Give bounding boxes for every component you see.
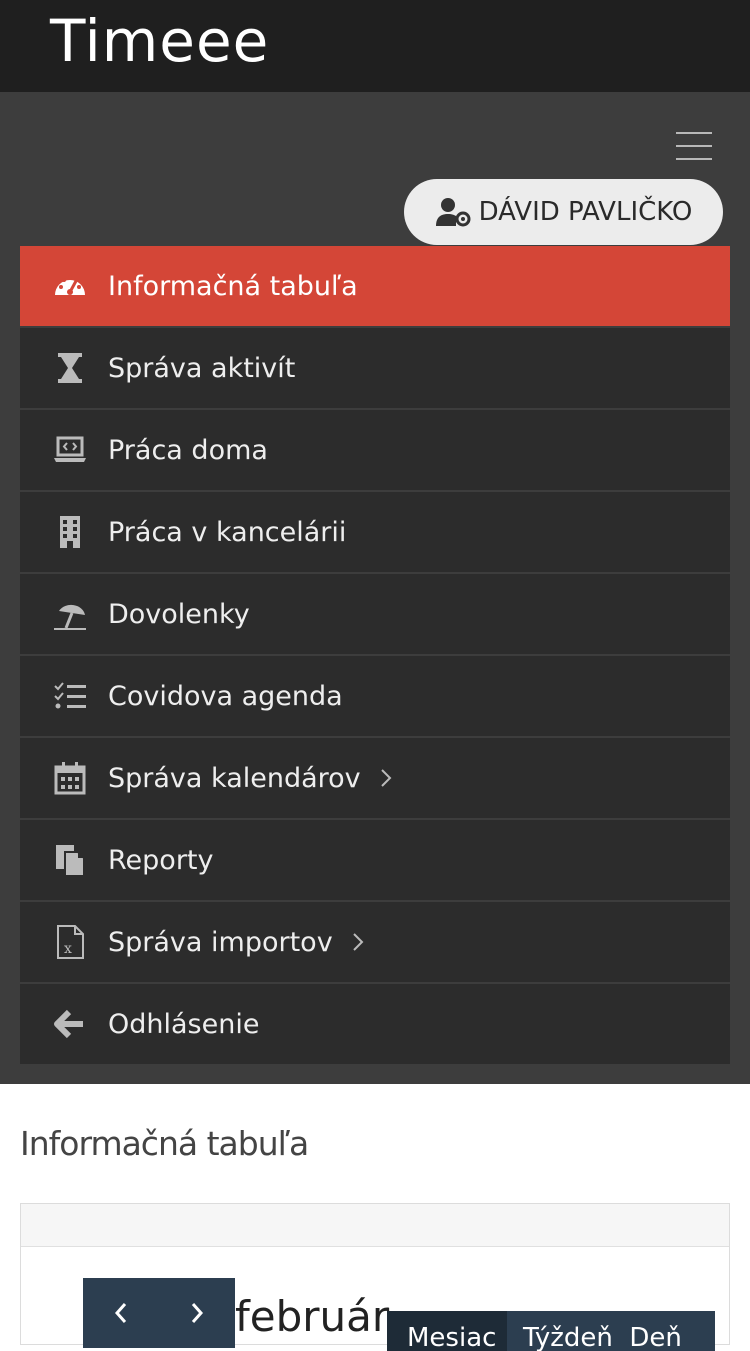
sidebar-item-label: Informačná tabuľa [108,270,358,302]
prev-month-button[interactable] [83,1278,159,1348]
next-month-button[interactable] [159,1278,235,1348]
view-month-button[interactable]: Mesiac [387,1311,507,1351]
chevron-right-icon [379,768,393,788]
chevron-right-icon [191,1303,204,1323]
sidebar-item-calendars[interactable]: Správa kalendárov [20,738,730,818]
sidebar-item-label: Práca doma [108,434,268,466]
hourglass-icon [52,350,88,386]
sidebar-item-label: Reporty [108,844,214,876]
sidebar-item-label: Odhlásenie [108,1008,260,1040]
svg-text:x: x [64,941,72,957]
chevron-right-icon [351,932,365,952]
checklist-icon [52,678,88,714]
app-logo[interactable]: Timeee [50,12,269,70]
beach-umbrella-icon [52,596,88,632]
sidebar-item-label: Správa aktivít [108,352,296,384]
sidebar-item-reports[interactable]: Reporty [20,820,730,900]
user-name: DÁVID PAVLIČKO [478,197,693,227]
sidebar-item-label: Covidova agenda [108,680,343,712]
sidebar-menu: Informačná tabuľa Správa aktivít Práca d… [20,246,730,1066]
laptop-code-icon [52,432,88,468]
sidebar-item-work-from-home[interactable]: Práca doma [20,410,730,490]
sidebar-item-label: Práca v kancelárii [108,516,347,548]
building-icon [52,514,88,550]
calendar-view-switcher: Mesiac Týždeň Deň [387,1311,715,1351]
page-title: Informačná tabuľa [20,1124,309,1163]
sidebar-item-label: Správa importov [108,926,333,958]
view-week-button[interactable]: Týždeň Deň [507,1311,715,1351]
sidebar-item-office-work[interactable]: Práca v kancelárii [20,492,730,572]
hamburger-menu-icon[interactable] [676,132,712,160]
card-header [21,1204,729,1247]
sidebar-item-activities[interactable]: Správa aktivít [20,328,730,408]
sidebar-item-label: Dovolenky [108,598,250,630]
chevron-left-icon [114,1303,127,1323]
view-week-label: Týždeň [523,1323,613,1351]
sidebar-item-imports[interactable]: x Správa importov [20,902,730,982]
calendar-nav [83,1278,235,1348]
sidebar-item-covid-agenda[interactable]: Covidova agenda [20,656,730,736]
excel-file-icon: x [52,924,88,960]
copy-icon [52,842,88,878]
user-profile-button[interactable]: DÁVID PAVLIČKO [404,179,723,245]
calendar-icon [52,760,88,796]
arrow-left-icon [52,1006,88,1042]
calendar-card: február Mesiac Týždeň Deň [20,1203,730,1351]
user-cog-icon [435,198,471,227]
dashboard-gauge-icon [52,268,88,304]
view-day-label[interactable]: Deň [629,1323,682,1351]
sidebar-item-dashboard[interactable]: Informačná tabuľa [20,246,730,326]
top-bar: Timeee [0,0,750,92]
sidebar-item-logout[interactable]: Odhlásenie [20,984,730,1064]
sidebar-item-vacations[interactable]: Dovolenky [20,574,730,654]
sidebar-item-label: Správa kalendárov [108,762,361,794]
